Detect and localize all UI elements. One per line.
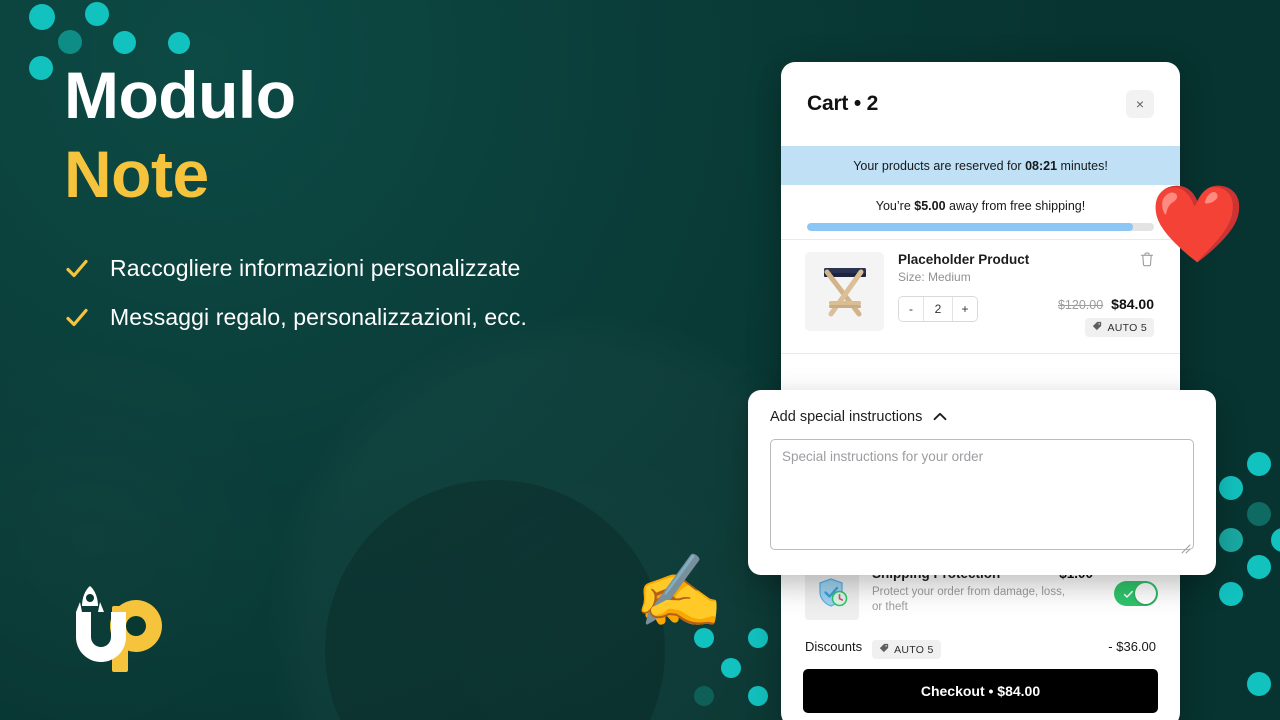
special-instructions-card: Add special instructions <box>748 390 1216 575</box>
free-shipping-progress: You’re $5.00 away from free shipping! <box>781 185 1180 239</box>
product-text: Placeholder Product Size: Medium <box>898 252 1029 284</box>
price-row: $120.00 $84.00 <box>1058 296 1154 312</box>
checkout-button[interactable]: Checkout • $84.00 <box>803 669 1158 713</box>
quantity-value[interactable]: 2 <box>923 297 953 321</box>
product-controls: - 2 + $120.00 $84.00 AUTO 5 <box>898 296 1154 337</box>
price-original: $120.00 <box>1057 298 1104 312</box>
free-shipping-prefix: You’re <box>875 199 911 213</box>
brand-logo <box>60 578 164 672</box>
progress-bar-track <box>807 223 1154 231</box>
quantity-increment-button[interactable]: + <box>953 297 977 321</box>
product-details: Placeholder Product Size: Medium - 2 + $… <box>898 252 1154 337</box>
product-name: Placeholder Product <box>898 252 1030 267</box>
reservation-banner: Your products are reserved for 08:21 min… <box>781 146 1180 185</box>
page-title: Modulo Note <box>64 56 704 213</box>
feature-list: Raccogliere informazioni personalizzate … <box>64 255 704 331</box>
toggle-check-icon <box>1123 587 1134 605</box>
discounts-amount: - $36.00 <box>1108 639 1156 654</box>
list-item: Raccogliere informazioni personalizzate <box>64 255 704 282</box>
cart-header: Cart • 2 × <box>781 62 1180 146</box>
product-heading: Placeholder Product Size: Medium <box>898 252 1154 284</box>
tag-icon <box>879 643 889 656</box>
list-item-label: Messaggi regalo, personalizzazioni, ecc. <box>110 304 527 331</box>
reservation-timer: 08:21 <box>1025 158 1058 173</box>
red-heart-icon: ❤️ <box>1150 182 1245 267</box>
hero-content: Modulo Note Raccogliere informazioni per… <box>64 56 704 353</box>
status-badge: AUTO 5 <box>1085 318 1154 337</box>
toggle-knob <box>1135 582 1156 604</box>
title-line-1: Modulo <box>64 58 296 132</box>
special-instructions-title: Add special instructions <box>770 409 923 425</box>
check-icon <box>64 256 90 282</box>
shipping-protection-description: Protect your order from damage, loss, or… <box>872 586 1066 614</box>
discounts-row: Discounts AUTO 5 - $36.00 <box>781 630 1180 669</box>
badge-label: AUTO 5 <box>1107 321 1147 334</box>
free-shipping-amount: $5.00 <box>914 199 946 213</box>
reservation-suffix: minutes! <box>1060 158 1108 173</box>
reservation-prefix: Your products are reserved for <box>853 158 1022 173</box>
background-circle-dark <box>325 480 665 720</box>
writing-hand-icon: ✍️ <box>634 552 724 632</box>
special-instructions-header[interactable]: Add special instructions <box>770 408 1194 426</box>
special-instructions-input[interactable] <box>770 439 1194 550</box>
progress-bar-fill <box>807 223 1134 231</box>
free-shipping-suffix: away from free shipping! <box>949 199 1086 213</box>
free-shipping-text: You’re $5.00 away from free shipping! <box>807 199 1154 213</box>
cart-title: Cart • 2 <box>807 92 879 115</box>
close-icon[interactable]: × <box>1126 90 1154 118</box>
list-item: Messaggi regalo, personalizzazioni, ecc. <box>64 304 704 331</box>
product-variant: Size: Medium <box>898 270 971 284</box>
discount-badge-label: AUTO 5 <box>894 643 934 656</box>
quantity-decrement-button[interactable]: - <box>899 297 923 321</box>
quantity-stepper[interactable]: - 2 + <box>898 296 978 322</box>
list-item-label: Raccogliere informazioni personalizzate <box>110 255 521 282</box>
chevron-up-icon[interactable] <box>933 408 947 426</box>
discounts-label: Discounts <box>805 639 863 654</box>
check-icon <box>64 305 90 331</box>
slide-canvas: Modulo Note Raccogliere informazioni per… <box>0 0 1280 720</box>
title-line-2: Note <box>64 136 209 211</box>
price-current: $84.00 <box>1111 296 1154 312</box>
product-thumbnail[interactable] <box>805 252 884 331</box>
table-row: Placeholder Product Size: Medium - 2 + $… <box>781 240 1180 353</box>
tag-icon <box>1092 321 1102 334</box>
shipping-protection-toggle[interactable] <box>1114 580 1158 606</box>
price-column: $120.00 $84.00 AUTO 5 <box>1058 296 1154 337</box>
discount-code-badge: AUTO 5 <box>872 640 941 659</box>
